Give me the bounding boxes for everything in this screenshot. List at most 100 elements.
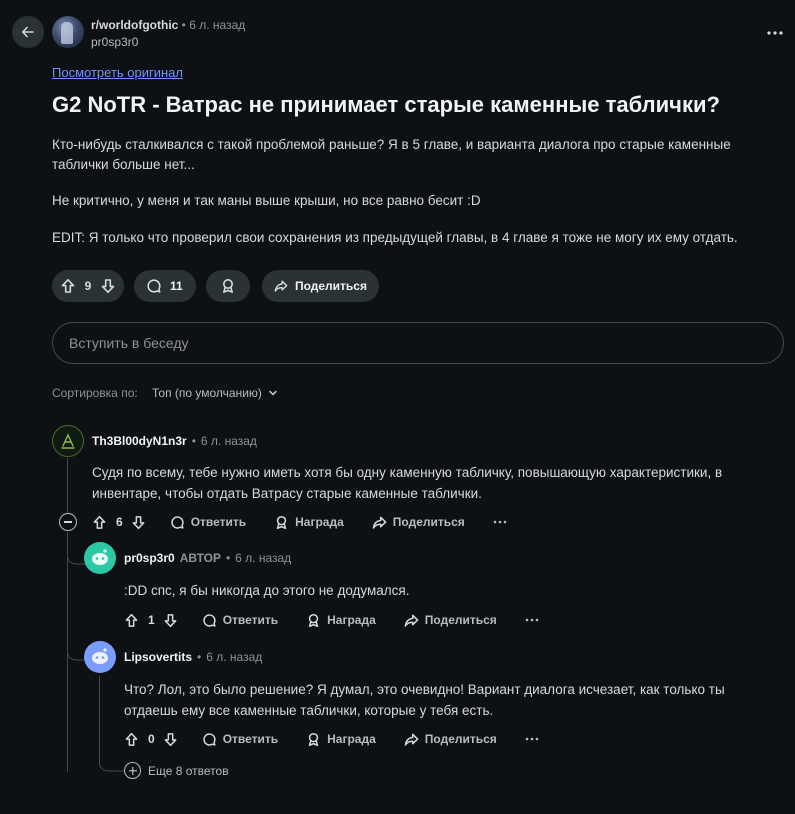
sort-dropdown[interactable]: Топ (по умолчанию) [152, 386, 278, 400]
comment-text: :DD спс, я бы никогда до этого не додума… [124, 583, 410, 598]
comments-button[interactable]: 11 [134, 270, 196, 302]
comment-author[interactable]: Th3Bl00dyN1n3r [92, 434, 187, 448]
join-conversation-box[interactable] [52, 322, 784, 364]
post-title: G2 NoTR - Ватрас не принимает старые кам… [52, 92, 720, 117]
downvote-icon[interactable] [100, 278, 116, 294]
share-label: Поделиться [424, 613, 497, 627]
reply-button[interactable]: Ответить [202, 732, 278, 747]
meta-separator: • [197, 650, 202, 664]
reply-label: Ответить [222, 732, 279, 746]
subreddit-name[interactable]: r/worldofgothic [91, 18, 178, 32]
share-button[interactable]: Поделиться [404, 732, 497, 747]
avatar[interactable] [84, 641, 116, 673]
downvote-icon[interactable] [163, 613, 178, 628]
post-author[interactable]: pr0sp3r0 [91, 35, 138, 49]
comment-time: 6 л. назад [235, 551, 292, 565]
more-horizontal-icon[interactable] [525, 734, 539, 744]
post-body-paragraph: EDIT: Я только что проверил свои сохране… [52, 230, 738, 245]
thread-line [67, 458, 68, 514]
award-icon [308, 613, 319, 627]
sort-value: Топ (по умолчанию) [152, 386, 262, 400]
more-horizontal-icon[interactable] [493, 517, 507, 527]
share-button[interactable]: Поделиться [372, 515, 465, 530]
avatar[interactable] [84, 542, 116, 574]
comment-icon [147, 279, 161, 293]
award-button[interactable]: Награда [274, 515, 344, 530]
post-body-paragraph: Не критично, у меня и так маны выше крыш… [52, 193, 481, 208]
comment-actions: 1 Ответить Награда Поделиться [124, 609, 539, 631]
comment-vote-count: 0 [148, 732, 155, 746]
upvote-icon[interactable] [60, 278, 76, 294]
snoo-avatar-icon [92, 549, 108, 565]
back-button[interactable] [12, 16, 44, 48]
comment-meta: pr0sp3r0 АВТОР • 6 л. назад [124, 551, 291, 565]
award-button[interactable]: Награда [306, 732, 376, 747]
downvote-icon[interactable] [163, 732, 178, 747]
award-label: Награда [327, 613, 376, 627]
meta-separator: • [225, 551, 231, 565]
comment-time: 6 л. назад [200, 434, 257, 448]
comment-author[interactable]: Lipsovertits [124, 650, 192, 664]
award-icon [276, 515, 287, 529]
arrow-left-icon [22, 26, 34, 38]
more-horizontal-icon[interactable] [525, 615, 539, 625]
comments-count: 11 [170, 279, 183, 293]
comment-time: 6 л. назад [206, 650, 263, 664]
more-horizontal-icon [767, 31, 783, 35]
post-vote-pill: 9 [52, 270, 124, 302]
share-label: Поделиться [294, 279, 367, 293]
share-label: Поделиться [424, 732, 497, 746]
sort-label: Сортировка по: [52, 386, 138, 400]
comment-vote-count: 6 [116, 515, 123, 529]
comment-meta: Lipsovertits • 6 л. назад [124, 650, 262, 664]
subreddit-avatar[interactable] [52, 16, 84, 48]
comment-author[interactable]: pr0sp3r0 [124, 551, 175, 565]
more-replies-button[interactable]: Еще 8 ответов [124, 762, 229, 779]
avatar[interactable] [52, 425, 84, 457]
reply-label: Ответить [190, 515, 247, 529]
snoo-avatar-icon [92, 648, 108, 664]
reply-button[interactable]: Ответить [170, 515, 246, 530]
plus-circle-icon [124, 762, 141, 779]
more-replies-label: Еще 8 ответов [148, 763, 229, 778]
share-icon [274, 280, 288, 292]
comment-text: Судя по всему, тебе нужно иметь хотя бы … [92, 465, 723, 501]
op-badge: АВТОР [179, 551, 221, 565]
thread-branch [99, 757, 125, 772]
share-button[interactable]: Поделиться [262, 270, 379, 302]
more-options-button[interactable] [766, 26, 784, 38]
award-button[interactable] [206, 270, 250, 302]
chevron-down-icon [269, 390, 277, 396]
comment-icon [170, 515, 184, 529]
reply-button[interactable]: Ответить [202, 613, 278, 628]
post-meta: r/worldofgothic • 6 л. назад [91, 18, 245, 32]
award-icon [223, 279, 233, 293]
share-icon [372, 516, 387, 529]
award-button[interactable]: Награда [306, 613, 376, 628]
reply-label: Ответить [222, 613, 279, 627]
meta-separator: • [191, 434, 196, 448]
share-label: Поделиться [392, 515, 465, 529]
collapse-thread-button[interactable] [59, 513, 77, 531]
comment-icon [202, 613, 216, 627]
comment-icon [202, 732, 216, 746]
award-label: Награда [327, 732, 376, 746]
comment-text: Что? Лол, это было решение? Я думал, это… [124, 682, 725, 718]
share-icon [404, 733, 419, 746]
meta-separator: • [181, 18, 186, 32]
join-conversation-input[interactable] [69, 335, 767, 351]
avatar-emblem-icon [61, 433, 75, 449]
share-button[interactable]: Поделиться [404, 613, 497, 628]
upvote-icon[interactable] [124, 613, 139, 628]
post-vote-count: 9 [84, 279, 92, 293]
comment-actions: 6 Ответить Награда Поделиться [92, 511, 507, 533]
upvote-icon[interactable] [92, 515, 107, 530]
upvote-icon[interactable] [124, 732, 139, 747]
comment-meta: Th3Bl00dyN1n3r • 6 л. назад [92, 434, 257, 448]
downvote-icon[interactable] [131, 515, 146, 530]
post-body-paragraph: Кто-нибудь сталкивался с такой проблемой… [52, 137, 731, 172]
thread-line [99, 676, 100, 766]
award-label: Награда [295, 515, 344, 529]
post-time: 6 л. назад [189, 18, 246, 32]
view-original-link[interactable]: Посмотреть оригинал [52, 65, 183, 80]
